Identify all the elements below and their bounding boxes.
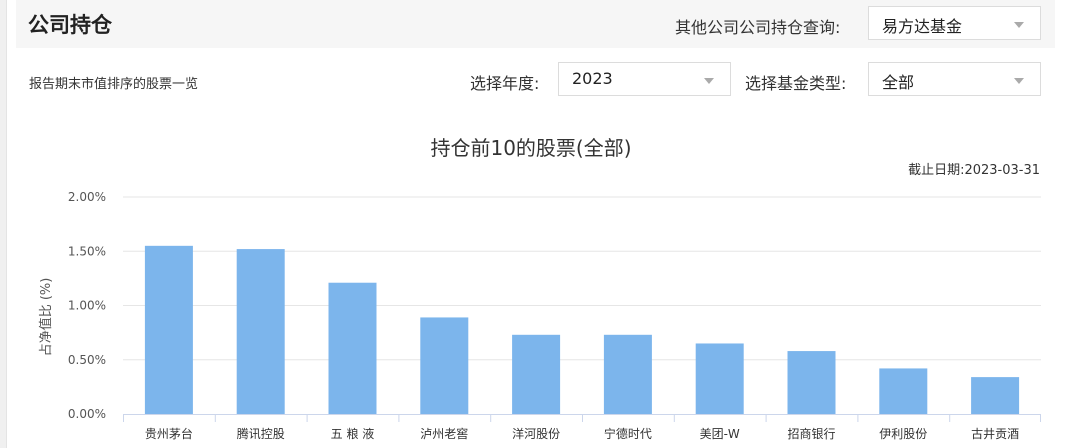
bar[interactable] — [512, 334, 561, 414]
bar[interactable] — [971, 377, 1020, 414]
bar[interactable] — [144, 245, 193, 414]
x-tick-label: 泸州老窖 — [420, 426, 468, 441]
x-tick-label: 伊利股份 — [879, 427, 927, 441]
x-tick-label: 五 粮 液 — [331, 426, 375, 441]
holdings-bar-chart: 持仓前10的股票(全部) 截止日期:2023-03-31 占净值比 (%) 0.… — [38, 136, 1041, 441]
x-tick-label: 洋河股份 — [512, 426, 560, 441]
page-subtitle: 报告期末市值排序的股票一览 — [29, 77, 199, 92]
y-tick-label: 1.50% — [68, 244, 106, 258]
fund-type-select[interactable]: 全部 — [868, 62, 1041, 96]
company-select-value: 易方达基金 — [882, 17, 963, 36]
year-select[interactable]: 2023 — [558, 62, 731, 96]
chevron-down-icon — [1014, 22, 1024, 28]
x-tick-label: 招商银行 — [787, 426, 835, 441]
x-tick-label: 宁德时代 — [604, 426, 652, 441]
year-select-value: 2023 — [572, 69, 613, 88]
company-select[interactable]: 易方达基金 — [868, 6, 1041, 40]
y-tick-label: 0.00% — [68, 407, 106, 421]
bar[interactable] — [695, 343, 744, 414]
x-tick-label: 腾讯控股 — [237, 426, 285, 441]
chart-title: 持仓前10的股票(全部) — [430, 136, 631, 160]
y-tick-label: 0.50% — [68, 353, 106, 367]
page-title: 公司持仓 — [28, 13, 112, 37]
chart-date-note: 截止日期:2023-03-31 — [908, 163, 1040, 178]
fund-type-select-value: 全部 — [882, 73, 915, 92]
x-tick-label: 美团-W — [700, 427, 740, 441]
fund-type-label: 选择基金类型: — [745, 74, 847, 93]
y-tick-label: 1.00% — [68, 299, 106, 313]
other-company-query-label: 其他公司公司持仓查询: — [675, 18, 841, 37]
chevron-down-icon — [1014, 78, 1024, 84]
bar[interactable] — [787, 351, 836, 414]
y-tick-label: 2.00% — [68, 190, 106, 204]
bar[interactable] — [328, 282, 377, 414]
x-tick-label: 贵州茅台 — [145, 426, 193, 441]
bar[interactable] — [603, 334, 652, 414]
bar[interactable] — [236, 249, 285, 414]
y-axis-label: 占净值比 (%) — [38, 278, 54, 357]
chevron-down-icon — [704, 78, 714, 84]
bar[interactable] — [420, 317, 469, 414]
x-tick-label: 古井贡酒 — [971, 426, 1019, 441]
year-label: 选择年度: — [470, 74, 540, 93]
bar[interactable] — [879, 368, 928, 414]
